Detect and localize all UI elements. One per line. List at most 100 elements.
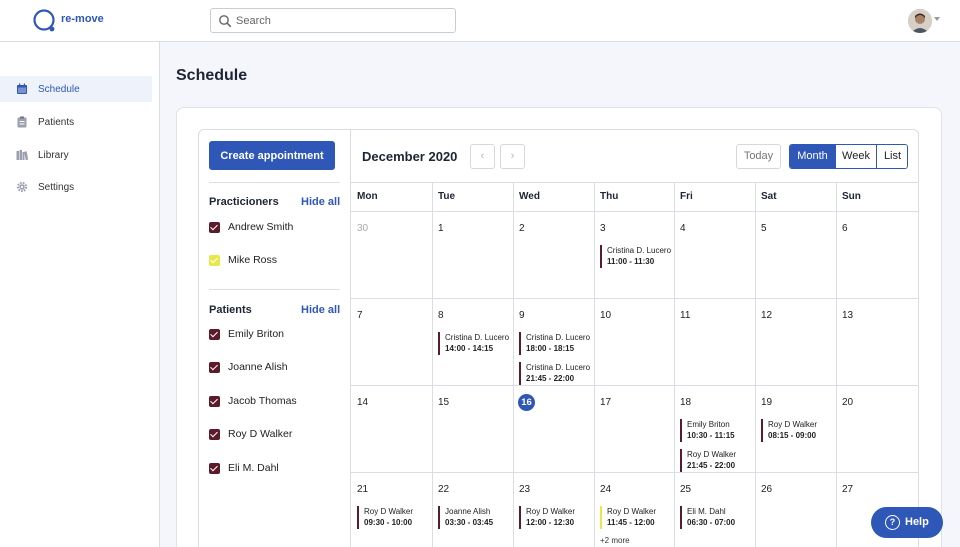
day-number[interactable]: 7 [357, 310, 363, 321]
chevron-down-icon[interactable] [934, 17, 940, 21]
app-name[interactable]: re-move [61, 13, 104, 25]
day-number[interactable]: 26 [761, 484, 772, 495]
appointment-event[interactable]: Roy D Walker 12:00 - 12:30 [519, 506, 593, 529]
event-name: Eli M. Dahl [687, 507, 726, 516]
filter-name: Joanne Alish [228, 361, 288, 374]
day-number[interactable]: 2 [519, 223, 525, 234]
checkbox-checked[interactable] [209, 362, 220, 374]
event-name: Emily Briton [687, 420, 730, 429]
appointment-event[interactable]: Joanne Alish 03:30 - 03:45 [438, 506, 512, 529]
event-time: 06:30 - 07:00 [687, 518, 736, 527]
day-number[interactable]: 5 [761, 223, 767, 234]
appointment-event[interactable]: Cristina D. Lucero 21:45 - 22:00 [519, 362, 593, 385]
sidebar-item-settings[interactable]: Settings [0, 174, 152, 200]
event-time: 10:30 - 11:15 [687, 431, 735, 440]
app-logo-icon[interactable] [32, 8, 56, 32]
user-avatar[interactable] [908, 9, 932, 33]
grid-line [432, 183, 433, 547]
avatar-image [908, 9, 932, 33]
appointment-event[interactable]: Eli M. Dahl 06:30 - 07:00 [680, 506, 754, 529]
day-number[interactable]: 17 [600, 397, 611, 408]
library-icon [16, 150, 28, 161]
patient-filter[interactable]: Jacob Thomas [209, 395, 340, 409]
weekday-header: Fri [680, 191, 693, 202]
search-icon [219, 15, 232, 28]
day-number[interactable]: 4 [680, 223, 686, 234]
view-month-button[interactable]: Month [790, 145, 835, 168]
hide-all-practitioners-link[interactable]: Hide all [301, 196, 340, 208]
event-time: 08:15 - 09:00 [768, 431, 817, 440]
grid-line [351, 472, 918, 473]
sidebar-item-schedule[interactable]: Schedule [0, 76, 152, 102]
day-number[interactable]: 20 [842, 397, 853, 408]
checkbox-checked[interactable] [209, 255, 220, 266]
patient-filter[interactable]: Roy D Walker [209, 428, 340, 442]
day-number[interactable]: 12 [761, 310, 772, 321]
appointment-event[interactable]: Roy D Walker 08:15 - 09:00 [761, 419, 835, 442]
day-number[interactable]: 30 [357, 223, 368, 234]
search-box[interactable] [210, 8, 456, 33]
day-number[interactable]: 27 [842, 484, 853, 495]
grid-line [351, 385, 918, 386]
appointment-event[interactable]: Roy D Walker 11:45 - 12:00 [600, 506, 674, 529]
patient-filter[interactable]: Eli M. Dahl [209, 462, 340, 476]
day-number[interactable]: 18 [680, 397, 691, 408]
appointment-event[interactable]: Cristina D. Lucero 14:00 - 14:15 [438, 332, 512, 355]
patient-filter[interactable]: Joanne Alish [209, 361, 340, 375]
day-number[interactable]: 23 [519, 484, 530, 495]
appointment-event[interactable]: Roy D Walker 09:30 - 10:00 [357, 506, 431, 529]
practitioners-heading: Practicioners [209, 196, 279, 208]
grid-line [513, 183, 514, 547]
day-number[interactable]: 6 [842, 223, 848, 234]
day-number[interactable]: 10 [600, 310, 611, 321]
create-appointment-button[interactable]: Create appointment [209, 141, 335, 170]
next-month-button[interactable]: › [500, 144, 525, 169]
checkbox-checked[interactable] [209, 329, 220, 340]
day-number[interactable]: 21 [357, 484, 368, 495]
patient-filter[interactable]: Emily Briton [209, 328, 340, 342]
sidebar: Schedule Patients Library Settings [0, 42, 160, 547]
view-list-button[interactable]: List [876, 145, 907, 168]
hide-all-patients-link[interactable]: Hide all [301, 304, 340, 316]
appointment-event[interactable]: Emily Briton 10:30 - 11:15 [680, 419, 754, 442]
filter-name: Roy D Walker [228, 428, 293, 441]
checkbox-checked[interactable] [209, 222, 220, 233]
checkbox-checked[interactable] [209, 395, 220, 407]
day-number[interactable]: 19 [761, 397, 772, 408]
appointment-event[interactable]: Cristina D. Lucero 18:00 - 18:15 [519, 332, 593, 355]
practitioner-filter[interactable]: Andrew Smith [209, 221, 340, 235]
day-number[interactable]: 14 [357, 397, 368, 408]
practitioner-filter[interactable]: Mike Ross [209, 254, 340, 268]
day-number[interactable]: 8 [438, 310, 444, 321]
sidebar-item-label: Settings [38, 182, 75, 193]
prev-month-button[interactable]: ‹ [470, 144, 495, 169]
view-week-button[interactable]: Week [835, 145, 876, 168]
month-title: December 2020 [362, 149, 458, 164]
day-number-today[interactable]: 16 [518, 394, 535, 411]
event-name: Cristina D. Lucero [526, 333, 591, 342]
day-number[interactable]: 11 [680, 310, 690, 321]
appointment-event[interactable]: Roy D Walker 21:45 - 22:00 [680, 449, 754, 472]
day-number[interactable]: 3 [600, 223, 606, 234]
day-number[interactable]: 9 [519, 310, 525, 321]
day-number[interactable]: 1 [438, 223, 444, 234]
sidebar-item-library[interactable]: Library [0, 142, 152, 168]
event-name: Roy D Walker [526, 507, 576, 516]
day-number[interactable]: 24 [600, 484, 611, 495]
day-number[interactable]: 25 [680, 484, 691, 495]
day-number[interactable]: 13 [842, 310, 853, 321]
checkbox-checked[interactable] [209, 462, 220, 474]
weekday-header: Thu [600, 191, 619, 202]
view-switcher: Month Week List [789, 144, 908, 169]
help-button[interactable]: ? Help [871, 507, 943, 538]
appointment-event[interactable]: Cristina D. Lucero 11:00 - 11:30 [600, 245, 674, 268]
checkbox-checked[interactable] [209, 429, 220, 441]
search-input[interactable] [236, 11, 446, 30]
day-number[interactable]: 15 [438, 397, 449, 408]
today-button[interactable]: Today [736, 144, 781, 169]
event-name: Joanne Alish [445, 507, 491, 516]
sidebar-item-patients[interactable]: Patients [0, 109, 152, 135]
event-name: Roy D Walker [768, 420, 818, 429]
day-number[interactable]: 22 [438, 484, 449, 495]
more-events-link[interactable]: +2 more [600, 536, 630, 545]
